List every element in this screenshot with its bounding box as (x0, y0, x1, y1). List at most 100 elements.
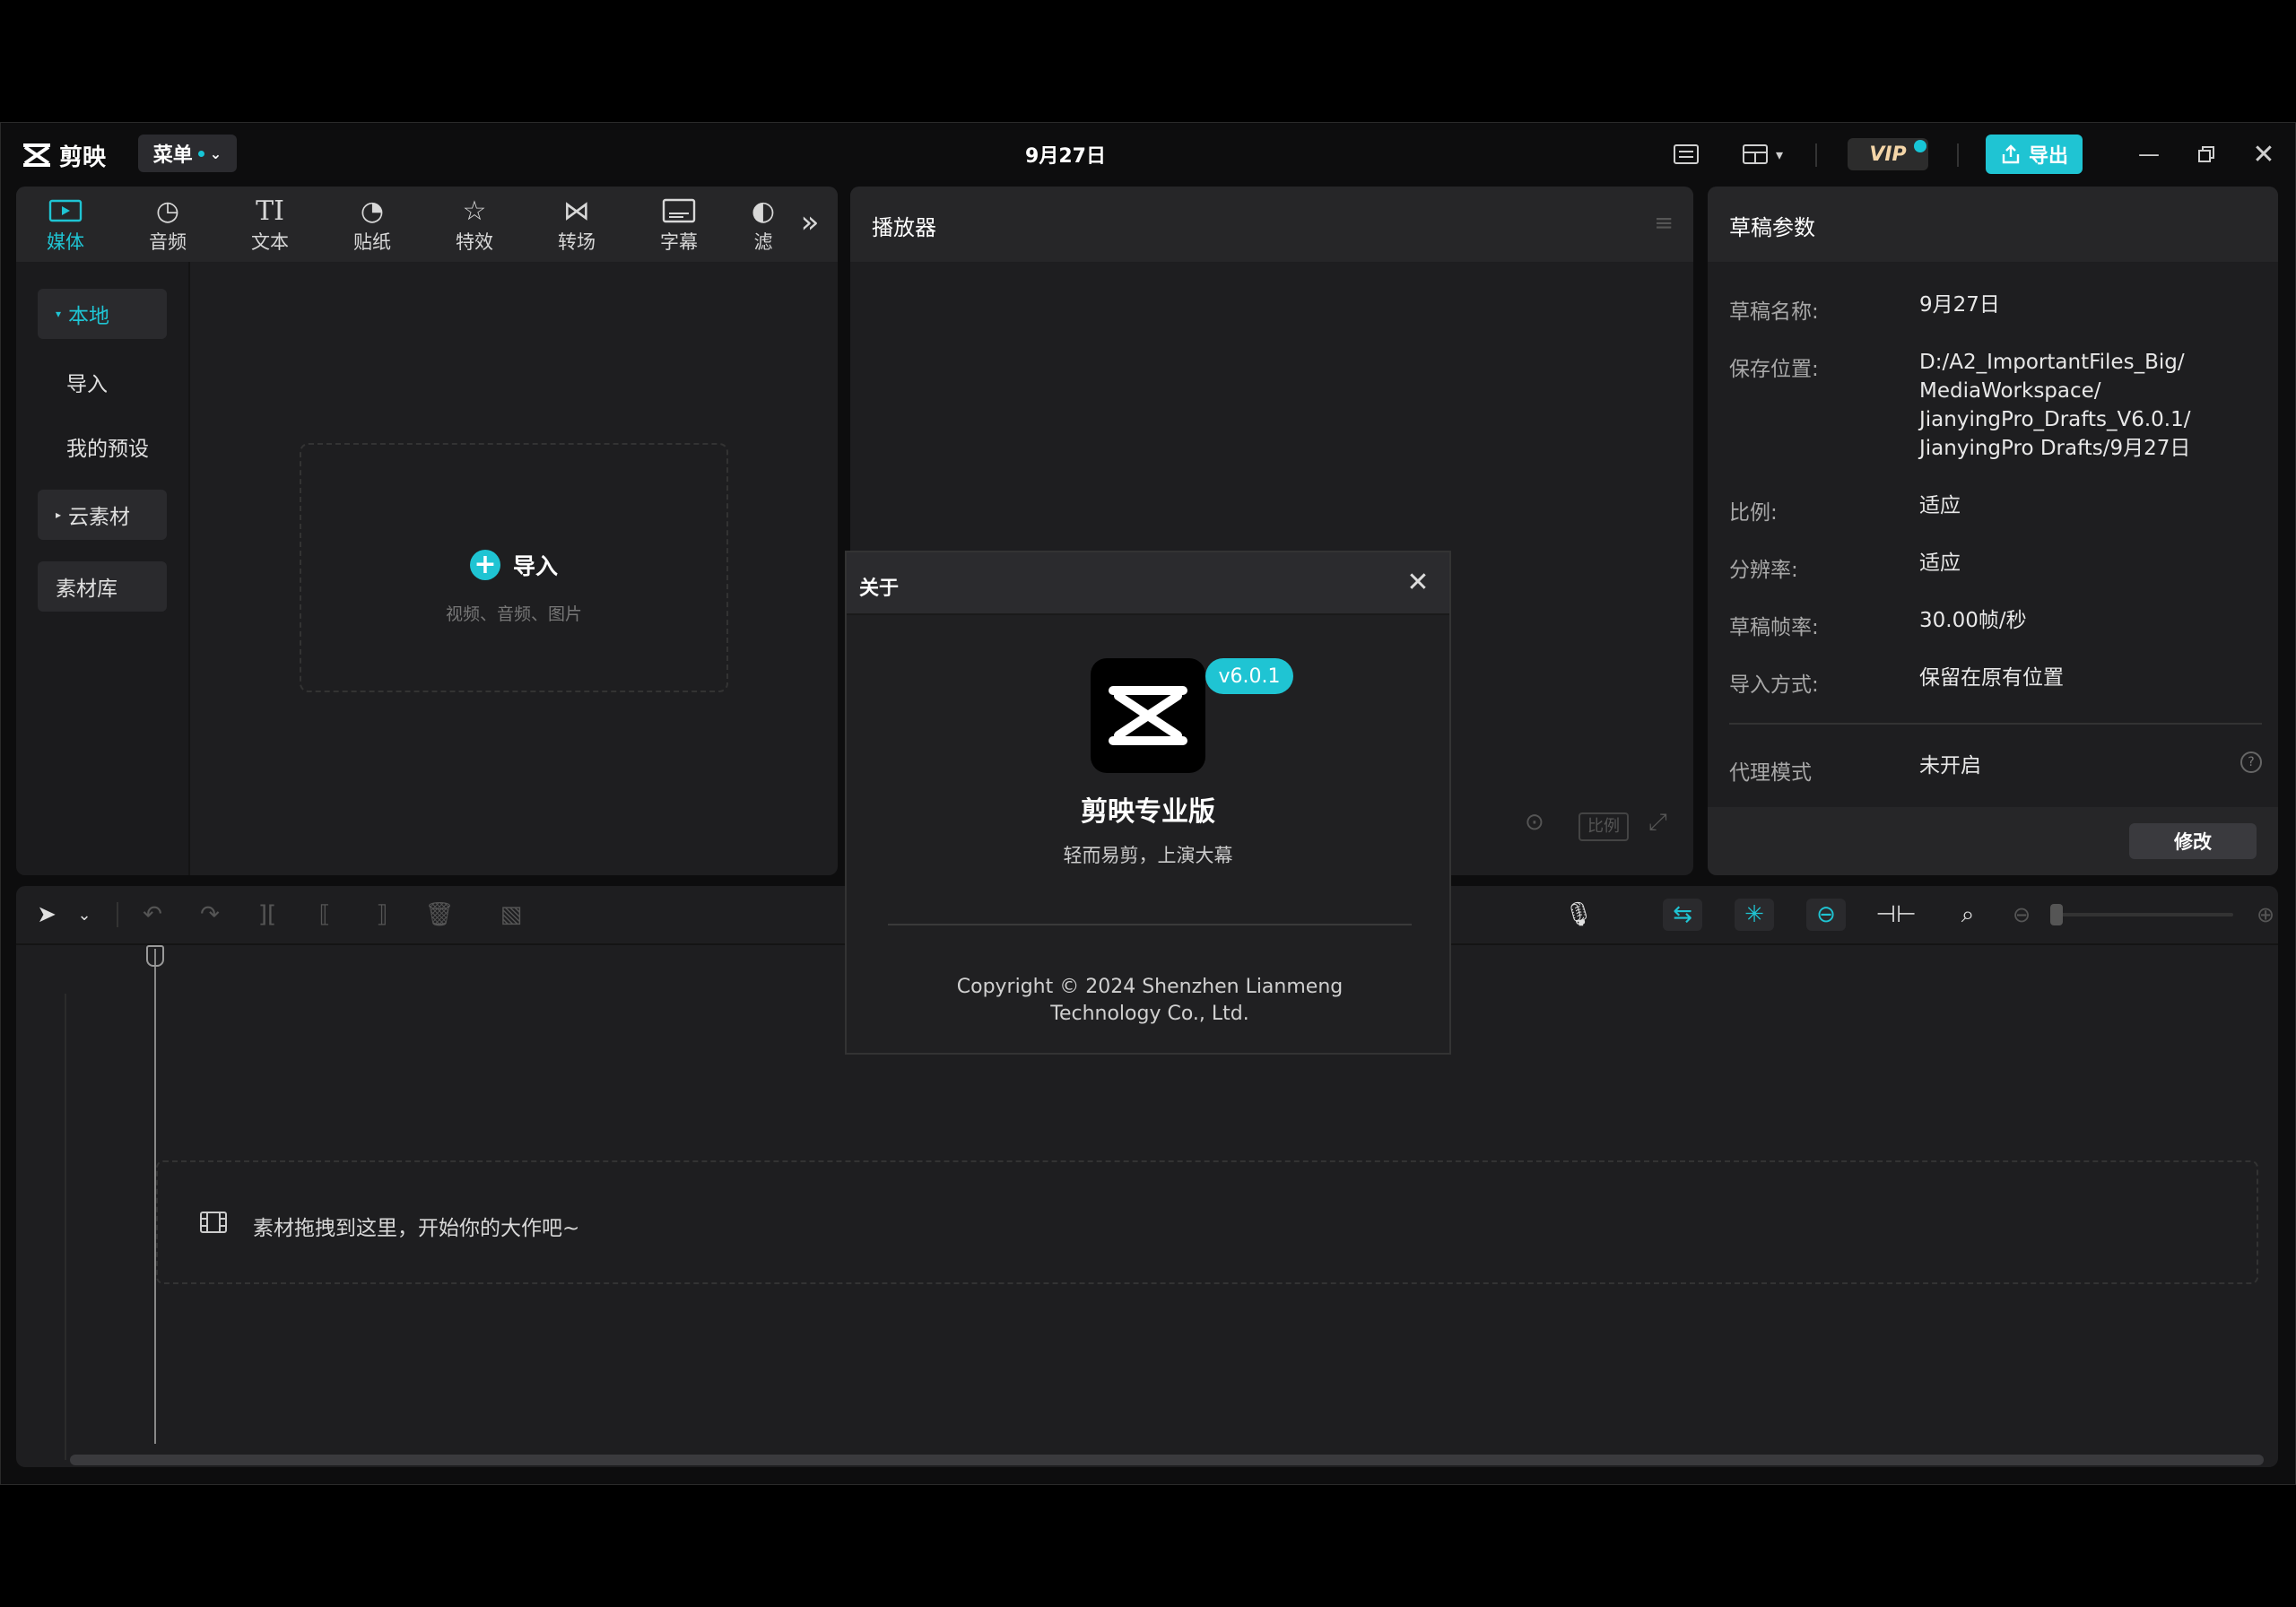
tab-audio[interactable]: ◷ 音频 (127, 194, 208, 258)
path-line: JianyingPro Drafts/9月27日 (1919, 437, 2191, 460)
timeline-dropzone[interactable]: 素材拖拽到这里，开始你的大作吧~ (156, 1160, 2258, 1284)
split-left-icon[interactable]: ⟦ (309, 899, 341, 931)
tab-sticker[interactable]: ◔ 贴纸 (332, 194, 413, 258)
zoom-in-icon[interactable]: ⊕ (2249, 899, 2278, 931)
split-icon[interactable]: ][ (251, 899, 283, 931)
horizontal-scrollbar[interactable] (70, 1455, 2264, 1465)
tab-subtitle[interactable]: 字幕 (639, 194, 719, 258)
minimize-icon[interactable]: — (2131, 138, 2167, 170)
path-line: JianyingPro_Drafts_V6.0.1/ (1919, 408, 2191, 431)
restore-icon[interactable] (2188, 138, 2224, 170)
tab-label: 音频 (149, 231, 187, 253)
sidebar-item-local[interactable]: ▾ 本地 (38, 289, 167, 339)
import-hint: 视频、音频、图片 (445, 604, 582, 624)
tab-label: 滤 (753, 231, 773, 253)
tab-filter[interactable]: ◐ 滤 (741, 194, 786, 258)
playhead-handle[interactable] (146, 945, 164, 967)
menu-button[interactable]: 菜单 ⌄ (138, 135, 237, 172)
divider (117, 902, 118, 927)
chevron-down-icon: ▾ (1775, 145, 1784, 163)
tab-label: 贴纸 (353, 231, 391, 253)
tab-transition[interactable]: ⋈ 转场 (536, 194, 617, 258)
zoom-icon[interactable]: ⊙ (1525, 809, 1557, 841)
import-mode-label: 导入方式: (1729, 673, 1819, 697)
auto-snap-icon[interactable]: ✳ (1735, 899, 1774, 931)
resolution-value: 适应 (1919, 552, 1961, 575)
draft-header: 草稿参数 (1708, 187, 2278, 262)
zoom-fit-icon[interactable]: ⌕ (1952, 899, 1984, 931)
track-header-divider (65, 994, 66, 1460)
sidebar-item-import[interactable]: 导入 (38, 357, 167, 407)
save-location-value: D:/A2_ImportantFiles_Big/ MediaWorkspace… (1919, 348, 2190, 463)
chevron-down-icon[interactable]: ⌄ (68, 899, 100, 931)
draft-name-value: 9月27日 (1919, 293, 2000, 317)
tab-effects[interactable]: ☆ 特效 (434, 194, 515, 258)
modify-button[interactable]: 修改 (2129, 823, 2257, 859)
main-track-magnet-icon[interactable]: ⇆ (1663, 899, 1702, 931)
audio-icon: ◷ (155, 195, 180, 227)
player-header: 播放器 ≡ (850, 187, 1693, 262)
more-tabs-icon[interactable]: » (787, 204, 832, 269)
sidebar-item-library[interactable]: 素材库 (38, 561, 167, 612)
menu-lines-icon[interactable]: ≡ (1654, 210, 1674, 237)
layout-button[interactable]: ▾ (1731, 138, 1794, 170)
delete-icon[interactable]: 🗑 (423, 899, 456, 931)
fullscreen-icon[interactable]: ⤢ (1648, 809, 1681, 841)
image-edit-icon[interactable]: ▧ (495, 899, 527, 931)
tab-label: 媒体 (47, 231, 84, 253)
sidebar-item-cloud[interactable]: ▸ 云素材 (38, 490, 167, 540)
shortcut-icon[interactable] (1668, 138, 1704, 170)
framerate-value: 30.00帧/秒 (1919, 609, 2027, 632)
select-pointer-icon[interactable]: ➤ (30, 899, 63, 931)
app-icon (1091, 658, 1205, 773)
product-name: 剪映专业版 (1081, 796, 1215, 828)
zoom-slider-handle[interactable] (2050, 904, 2063, 925)
undo-icon[interactable]: ↶ (136, 899, 169, 931)
import-dropzone[interactable]: + 导入 视频、音频、图片 (300, 443, 728, 692)
text-icon: TI (256, 195, 284, 227)
tab-label: 字幕 (660, 231, 698, 253)
draft-name-label: 草稿名称: (1729, 300, 1819, 324)
preview-axis-icon[interactable]: ⊣⊢ (1875, 899, 1916, 931)
close-icon[interactable]: ✕ (1403, 567, 1433, 598)
export-button[interactable]: 导出 (1986, 135, 2083, 174)
import-mode-value: 保留在原有位置 (1919, 666, 2064, 690)
app-name: 剪映 (59, 143, 107, 171)
proxy-mode-value: 未开启 (1919, 754, 1981, 777)
effects-icon: ☆ (462, 195, 487, 227)
app-logo: 剪映 (22, 140, 107, 171)
close-icon[interactable]: ✕ (2246, 138, 2282, 170)
export-label: 导出 (2028, 145, 2068, 168)
import-button[interactable]: + 导入 (301, 549, 726, 581)
resolution-label: 分辨率: (1729, 559, 1798, 582)
tab-media[interactable]: 媒体 (25, 194, 106, 258)
ratio-value: 适应 (1919, 494, 1961, 517)
menu-notification-dot (197, 150, 204, 157)
vip-notification-dot (1914, 140, 1926, 152)
zoom-slider[interactable] (2054, 913, 2233, 916)
sidebar-item-label: 本地 (68, 305, 110, 328)
divider (1729, 723, 2262, 725)
tab-label: 特效 (456, 231, 493, 253)
tab-text[interactable]: TI 文本 (230, 194, 310, 258)
path-line: D:/A2_ImportantFiles_Big/ (1919, 351, 2185, 374)
filter-icon: ◐ (751, 195, 776, 227)
drop-hint: 素材拖拽到这里，开始你的大作吧~ (253, 1217, 580, 1240)
sidebar-item-presets[interactable]: 我的预设 (38, 421, 167, 472)
copyright-line: Technology Co., Ltd. (1050, 1003, 1249, 1025)
redo-icon[interactable]: ↷ (194, 899, 226, 931)
help-icon[interactable]: ? (2240, 751, 2262, 773)
ratio-button[interactable]: 比例 (1578, 812, 1629, 841)
product-slogan: 轻而易剪，上演大幕 (1063, 845, 1233, 866)
split-right-icon[interactable]: ⟧ (366, 899, 398, 931)
plus-icon: + (469, 550, 500, 580)
media-panel: 媒体 ◷ 音频 TI 文本 ◔ 贴纸 ☆ 特效 ⋈ 转场 字幕 ◐ 滤 » ▾ … (16, 187, 838, 875)
link-icon[interactable]: ⊖ (1806, 899, 1846, 931)
tab-label: 文本 (251, 231, 289, 253)
draft-panel: 草稿参数 草稿名称: 9月27日 保存位置: D:/A2_ImportantFi… (1708, 187, 2278, 875)
zoom-out-icon[interactable]: ⊖ (2005, 899, 2038, 931)
subtitle-icon (662, 194, 696, 228)
dialog-header: 关于 ✕ (847, 552, 1449, 615)
media-icon (48, 194, 83, 228)
microphone-icon[interactable]: 🎙 (1562, 899, 1595, 931)
